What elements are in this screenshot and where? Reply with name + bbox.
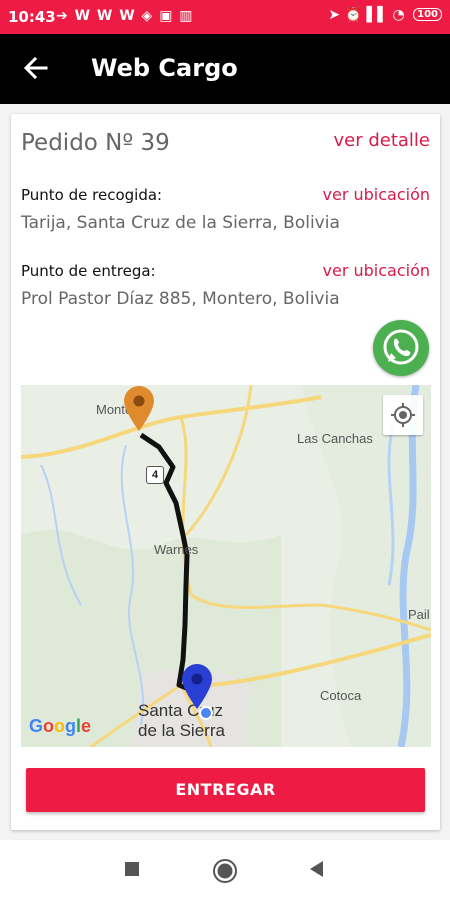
pickup-location-link[interactable]: ver ubicación [323,185,431,204]
delivery-location-link[interactable]: ver ubicación [323,261,431,280]
order-title: Pedido Nº 39 [21,130,170,156]
order-card: Pedido Nº 39 ver detalle Punto de recogi… [11,114,440,830]
google-logo-g2: g [65,716,77,736]
my-location-button[interactable] [383,395,423,435]
back-triangle-icon[interactable] [307,858,325,880]
google-logo: Google [29,716,91,737]
destination-pin-icon [182,664,212,709]
stop-square-icon[interactable] [123,858,141,880]
current-location-dot-icon [199,706,213,720]
pickup-address: Tarija, Santa Cruz de la Sierra, Bolivia [21,213,340,233]
delivery-label: Punto de entrega: [21,262,156,280]
map-label-cotoca: Cotoca [320,688,362,703]
whatsapp-icon [383,329,419,365]
status-bar: 10:43 ➔ W W W ◈ ▣ ▥ ➤ ⏰ ▌▌ ◔ 100 [0,0,450,34]
map-label-warnes: Warnes [154,542,199,557]
route-number-badge: 4 [146,466,164,484]
system-status-icons: ➤ ⏰ ▌▌ ◔ [328,7,405,23]
google-logo-o2: o [54,716,66,736]
map-label-santa-cruz-line2: de la Sierra [138,721,225,740]
app-title: Web Cargo [91,54,238,82]
system-navigation-bar [0,840,450,900]
system-icons: ➤ ⏰ ▌▌ ◔ 100 [328,7,442,23]
origin-pin-icon [124,386,154,431]
google-logo-o1: o [43,716,55,736]
pickup-label: Punto de recogida: [21,186,163,204]
app-bar: Web Cargo [0,34,450,104]
deliver-button[interactable]: ENTREGAR [26,768,425,812]
status-time: 10:43 [8,8,56,26]
whatsapp-button[interactable] [373,320,429,376]
route-map[interactable]: Montero Las Canchas Warnes Pail Cotoca S… [21,385,431,747]
arrow-left-icon[interactable] [20,52,52,84]
home-circle-icon[interactable] [212,858,238,884]
crosshair-icon [391,403,415,427]
google-logo-g: G [29,716,44,736]
view-detail-link[interactable]: ver detalle [333,130,430,151]
delivery-address: Prol Pastor Díaz 885, Montero, Bolivia [21,289,340,309]
battery-icon: 100 [413,8,442,21]
map-label-pail: Pail [408,607,430,622]
google-logo-e: e [81,716,92,736]
notification-icons: ➔ W W W ◈ ▣ ▥ [56,8,194,24]
map-label-las-canchas: Las Canchas [297,431,373,446]
